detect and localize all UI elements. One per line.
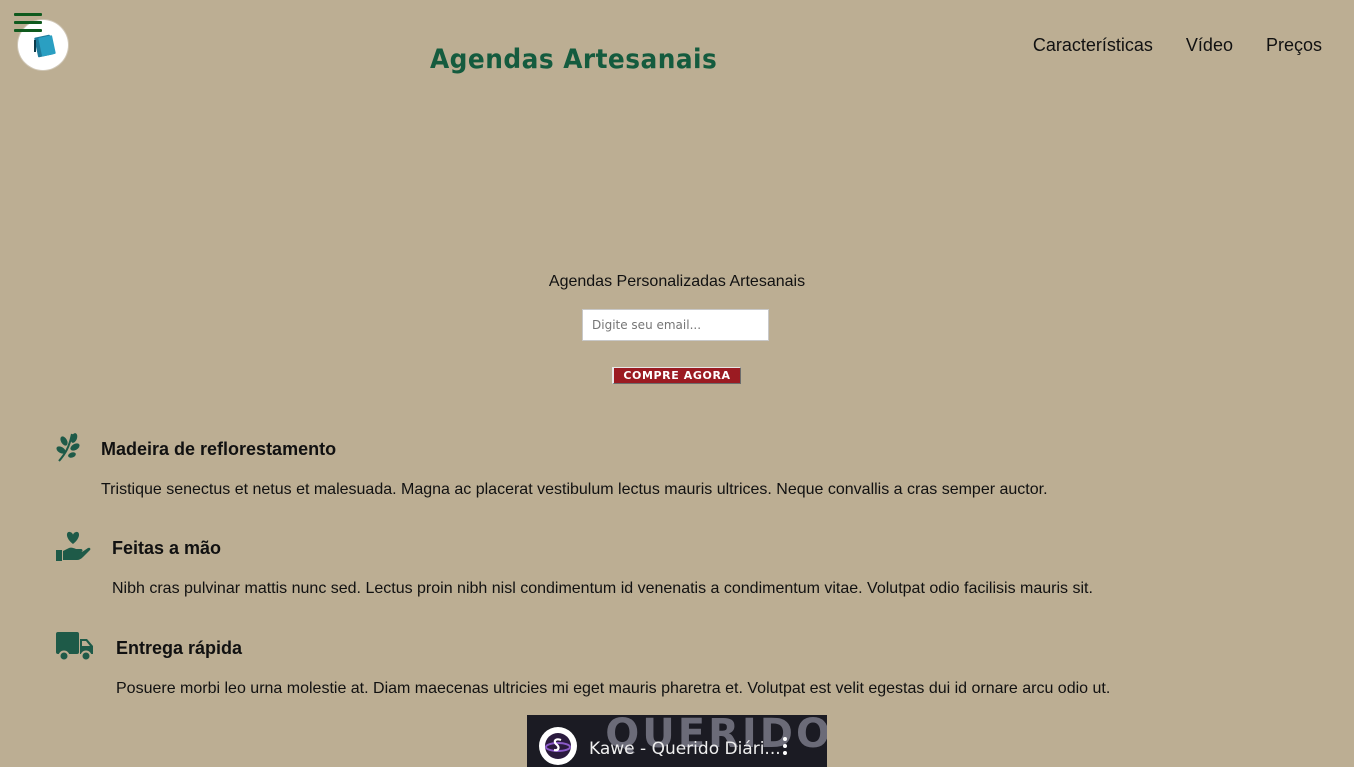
feature-text: Nibh cras pulvinar mattis nunc sed. Lect… [112,580,1093,597]
video-title[interactable]: Kawe - Querido Diári... [589,739,781,759]
more-options-icon[interactable] [783,737,791,758]
nav-caracteristicas[interactable]: Características [1033,35,1153,56]
video-player[interactable]: QUERIDO Kawe - Querido Diári... [527,715,827,767]
brand-title: Agendas Artesanais [430,44,718,75]
buy-now-button[interactable]: COMPRE AGORA [612,367,741,384]
feature-title: Entrega rápida [116,638,243,658]
feature-text: Posuere morbi leo urna molestie at. Diam… [116,680,1111,697]
hero-subtitle: Agendas Personalizadas Artesanais [548,273,806,290]
nav-video[interactable]: Vídeo [1186,35,1233,56]
truck-icon [55,630,95,667]
feature-text: Tristique senectus et netus et malesuada… [101,481,1048,498]
email-field[interactable] [582,309,769,341]
feature-title: Feitas a mão [112,538,222,558]
nav-precos[interactable]: Preços [1266,35,1322,56]
main-nav: Características Vídeo Preços [1033,35,1322,56]
feature-title: Madeira de reflorestamento [101,439,337,459]
leaf-icon [55,432,81,467]
channel-avatar[interactable] [539,727,577,765]
menu-icon[interactable] [14,13,42,35]
hand-heart-icon [55,531,91,568]
